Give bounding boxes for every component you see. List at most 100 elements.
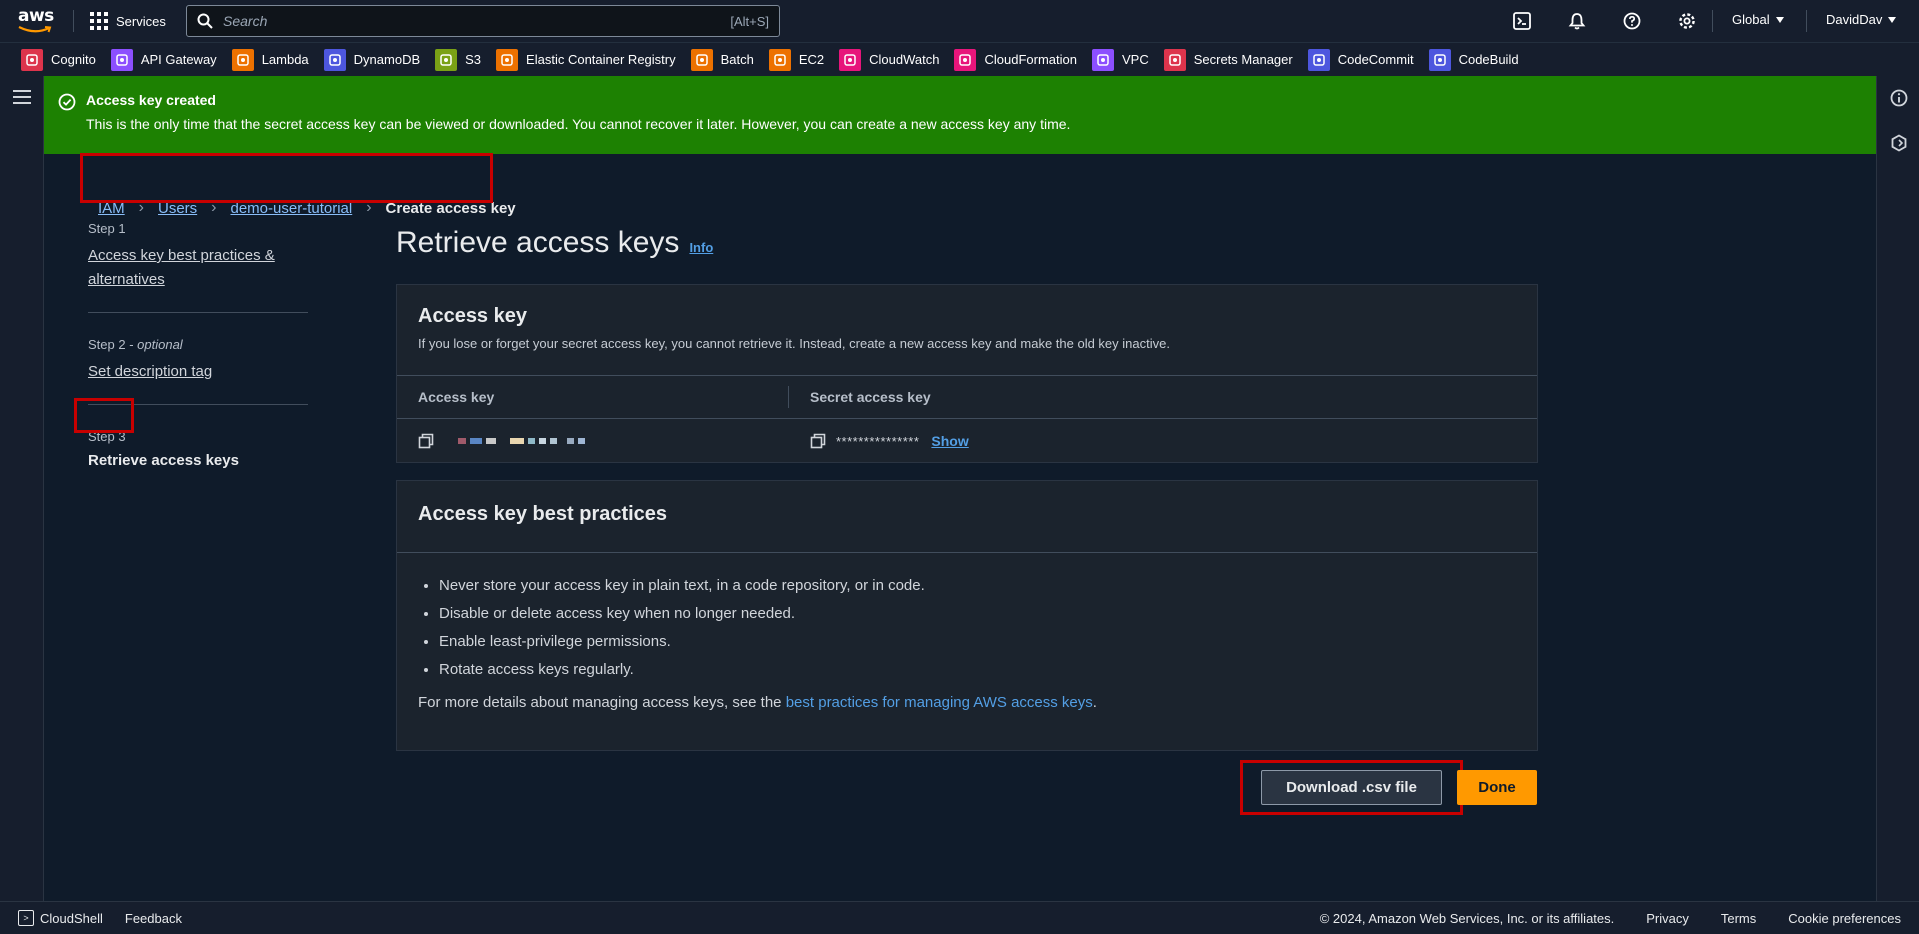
done-button[interactable]: Done: [1457, 770, 1537, 805]
favorite-cloudformation[interactable]: CloudFormation: [954, 48, 1077, 71]
favorite-label: Lambda: [261, 52, 309, 67]
notifications-bell-icon[interactable]: [1567, 11, 1587, 31]
favorite-ec2[interactable]: EC2: [768, 48, 825, 71]
chevron-right-icon: ›: [138, 199, 144, 216]
step2-link[interactable]: Set description tag: [88, 360, 308, 384]
cloudshell-icon: >: [18, 910, 34, 926]
favorite-label: Elastic Container Registry: [526, 52, 676, 67]
s3-icon: [435, 48, 458, 71]
search-box[interactable]: [Alt+S]: [186, 5, 780, 37]
chevron-right-icon: ›: [211, 199, 217, 216]
nav-divider: [73, 10, 74, 32]
step-divider: [88, 404, 308, 405]
help-icon[interactable]: [1622, 11, 1642, 31]
nav-divider: [1806, 10, 1807, 32]
favorite-vpc[interactable]: VPC: [1091, 48, 1149, 71]
ec2-icon: [768, 48, 791, 71]
favorite-codebuild[interactable]: CodeBuild: [1428, 48, 1519, 71]
favorite-secrets-manager[interactable]: Secrets Manager: [1163, 48, 1293, 71]
aws-smile-icon: [18, 26, 52, 33]
flash-message: This is the only time that the secret ac…: [86, 116, 1071, 132]
list-item: Never store your access key in plain tex…: [439, 577, 1516, 594]
favorite-label: Cognito: [51, 52, 96, 67]
breadcrumb-users[interactable]: Users: [158, 200, 197, 217]
page-title-text: Retrieve access keys: [396, 226, 680, 259]
hamburger-menu-icon[interactable]: [13, 90, 31, 104]
breadcrumb-iam[interactable]: IAM: [98, 200, 125, 217]
breadcrumb-user[interactable]: demo-user-tutorial: [231, 200, 353, 217]
privacy-link[interactable]: Privacy: [1646, 911, 1689, 926]
batch-icon: [690, 48, 713, 71]
best-practices-title: Access key best practices: [418, 503, 668, 525]
account-name: DavidDav: [1826, 12, 1883, 27]
secrets-manager-icon: [1163, 48, 1186, 71]
cloudshell-label: CloudShell: [40, 910, 103, 926]
favorites-bar: Cognito API Gateway Lambda DynamoDB S3 Elasti…: [0, 42, 1919, 76]
favorite-s3[interactable]: S3: [435, 48, 482, 71]
more-prefix: For more details about managing access k…: [418, 694, 786, 711]
cloudshell-button[interactable]: > CloudShell: [18, 910, 103, 926]
search-input[interactable]: [223, 13, 721, 29]
favorite-label: CodeBuild: [1458, 52, 1519, 67]
show-secret-link[interactable]: Show: [931, 433, 968, 449]
step1-link[interactable]: Access key best practices & alternatives: [88, 244, 308, 292]
region-selector[interactable]: Global: [1732, 12, 1784, 27]
step2-label: Step 2 - optional: [88, 337, 183, 352]
access-key-card-subtitle: If you lose or forget your secret access…: [418, 336, 1170, 351]
best-practices-link[interactable]: best practices for managing AWS access k…: [786, 694, 1093, 711]
aws-logo[interactable]: aws: [18, 8, 58, 34]
favorite-label: EC2: [798, 52, 825, 67]
footer: > CloudShell Feedback © 2024, Amazon Web…: [0, 901, 1919, 934]
cloudshell-icon[interactable]: [1512, 11, 1532, 31]
info-link[interactable]: Info: [689, 240, 713, 255]
favorite-cloudwatch[interactable]: CloudWatch: [839, 48, 940, 71]
account-menu[interactable]: DavidDav: [1826, 12, 1897, 27]
api-gateway-icon: [110, 48, 133, 71]
terms-link[interactable]: Terms: [1721, 911, 1756, 926]
region-label: Global: [1732, 12, 1770, 27]
favorite-label: S3: [465, 52, 482, 67]
access-key-row: *************** Show: [397, 419, 1537, 463]
list-item: Disable or delete access key when no lon…: [439, 605, 1516, 622]
step3-label: Step 3: [88, 429, 126, 444]
settings-gear-icon[interactable]: [1677, 11, 1697, 31]
copy-icon[interactable]: [810, 433, 826, 449]
services-label: Services: [116, 13, 166, 29]
feedback-link[interactable]: Feedback: [125, 911, 182, 926]
favorite-api-gateway[interactable]: API Gateway: [110, 48, 217, 71]
col-secret-access-key: Secret access key: [810, 389, 931, 405]
favorite-label: CodeCommit: [1337, 52, 1414, 67]
best-practices-list: Never store your access key in plain tex…: [418, 577, 1516, 678]
favorite-ecr[interactable]: Elastic Container Registry: [496, 48, 676, 71]
search-icon: [197, 13, 213, 29]
favorite-label: CloudFormation: [984, 52, 1077, 67]
favorite-dynamodb[interactable]: DynamoDB: [323, 48, 420, 71]
main-content: Access key created This is the only time…: [44, 76, 1876, 901]
list-item: Enable least-privilege permissions.: [439, 633, 1516, 650]
ecr-icon: [496, 48, 519, 71]
breadcrumb-current: Create access key: [385, 199, 516, 217]
hexagon-icon[interactable]: [1889, 133, 1909, 153]
nav-divider: [1712, 10, 1713, 32]
favorite-batch[interactable]: Batch: [690, 48, 754, 71]
vpc-icon: [1091, 48, 1114, 71]
page-title: Retrieve access keys Info: [396, 226, 713, 260]
step3-current: Retrieve access keys: [88, 452, 239, 469]
download-csv-button[interactable]: Download .csv file: [1261, 770, 1442, 805]
info-circle-icon[interactable]: [1889, 88, 1909, 108]
copyright-text: © 2024, Amazon Web Services, Inc. or its…: [1319, 910, 1615, 926]
favorite-codecommit[interactable]: CodeCommit: [1307, 48, 1414, 71]
copy-icon[interactable]: [418, 433, 434, 449]
services-button[interactable]: Services: [90, 10, 166, 32]
grid-icon: [90, 12, 108, 30]
favorite-cognito[interactable]: Cognito: [21, 48, 96, 71]
dynamodb-icon: [323, 48, 346, 71]
search-shortcut: [Alt+S]: [730, 13, 769, 29]
favorite-label: CloudWatch: [869, 52, 940, 67]
favorite-lambda[interactable]: Lambda: [231, 48, 309, 71]
cookie-preferences-link[interactable]: Cookie preferences: [1788, 911, 1901, 926]
caret-down-icon: [1888, 16, 1897, 23]
cloudwatch-icon: [839, 48, 862, 71]
left-rail: [0, 76, 44, 901]
access-key-card-title: Access key: [418, 305, 527, 327]
